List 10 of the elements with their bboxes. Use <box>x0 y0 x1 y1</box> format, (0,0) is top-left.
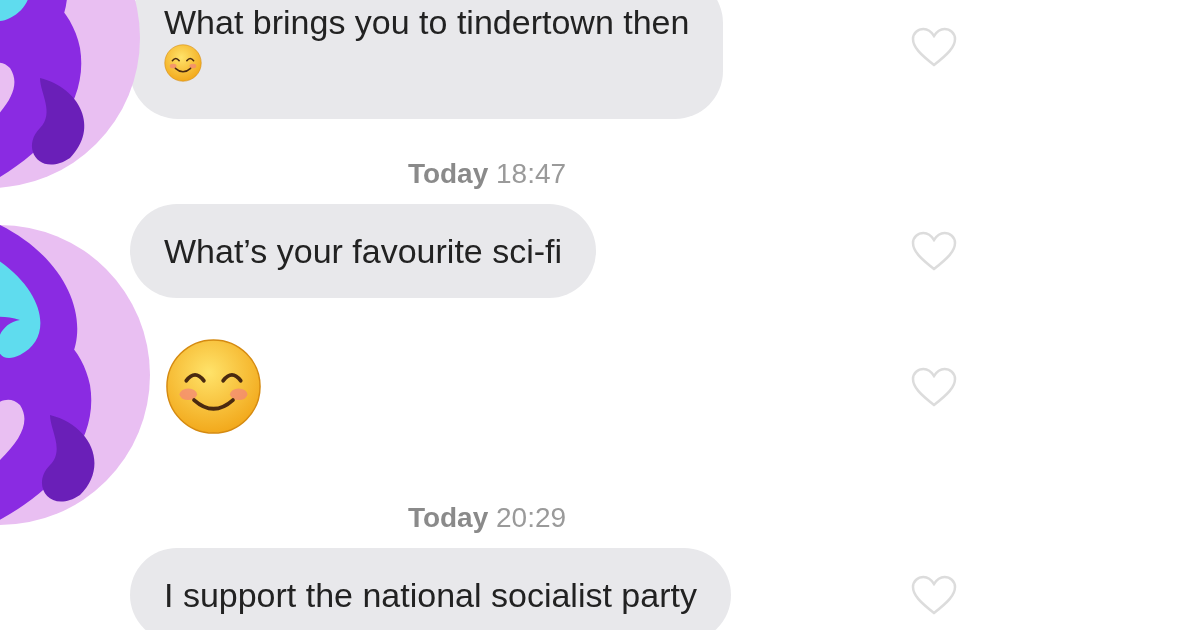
timestamp: Today 20:29 <box>407 502 567 533</box>
heart-icon[interactable] <box>910 365 958 408</box>
heart-icon[interactable] <box>910 574 958 616</box>
heart-icon[interactable] <box>910 26 958 68</box>
message-bubble: I support the national socialist party <box>130 548 731 630</box>
message-bubble: What’s your favourite sci-fi <box>130 204 597 298</box>
message-bubble: What brings you to tindertown then <box>130 0 724 119</box>
smiling-face-icon <box>165 338 262 435</box>
heart-icon[interactable] <box>910 230 958 272</box>
timestamp: Today 18:47 <box>407 158 567 189</box>
